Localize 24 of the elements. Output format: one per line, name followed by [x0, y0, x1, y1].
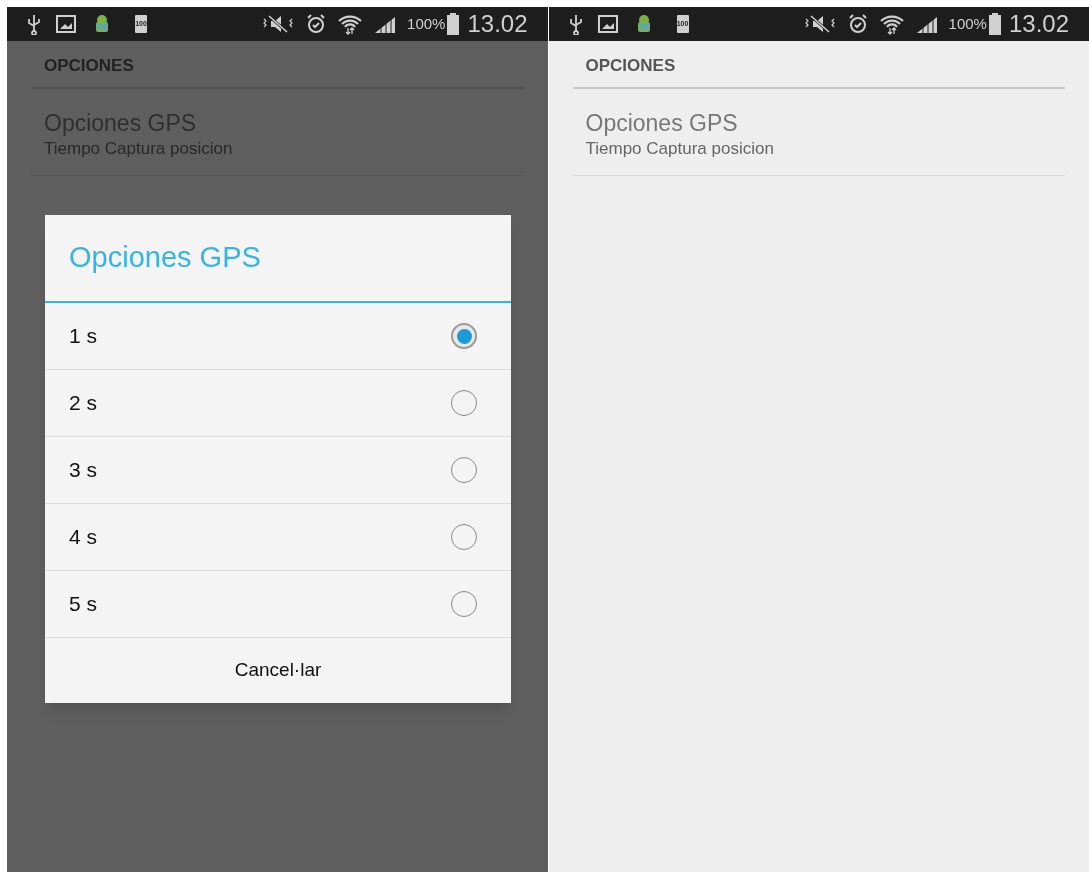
- preference-title: Opciones GPS: [585, 108, 739, 137]
- usb-icon: [568, 13, 583, 35]
- option-row[interactable]: 1 s: [45, 303, 511, 370]
- option-row[interactable]: 2 s: [45, 370, 511, 437]
- battery-icon: [447, 13, 460, 35]
- preference-summary: Tiempo Captura posicion: [585, 137, 775, 160]
- battery-percent: 100%: [948, 13, 987, 34]
- clock-time: 13.02: [1008, 9, 1069, 39]
- usb-icon: [27, 13, 41, 35]
- dialog-title: Opciones GPS: [45, 215, 511, 303]
- battery-percent: 100%: [407, 13, 446, 34]
- section-header: OPCIONES: [31, 41, 524, 89]
- section-header: OPCIONES: [572, 41, 1065, 89]
- option-row[interactable]: 4 s: [45, 504, 511, 571]
- picture-icon: [596, 13, 619, 35]
- option-row[interactable]: 5 s: [45, 571, 511, 638]
- option-row[interactable]: 3 s: [45, 437, 511, 504]
- radio-selected[interactable]: [451, 323, 477, 349]
- wifi-icon: [337, 13, 364, 35]
- clock-time: 13.02: [467, 9, 528, 39]
- wifi-icon: [878, 13, 905, 35]
- battery-icon: [988, 13, 1001, 35]
- cancel-button[interactable]: Cancel·lar: [45, 638, 511, 703]
- picture-icon: [55, 13, 77, 35]
